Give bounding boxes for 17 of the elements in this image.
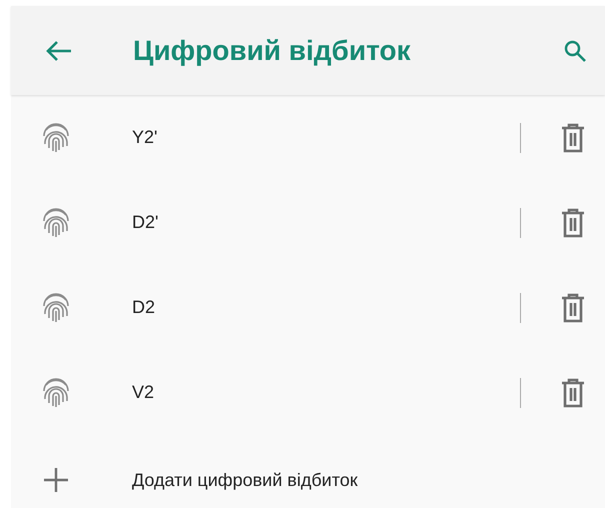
- delete-icon[interactable]: [561, 208, 585, 238]
- fingerprint-icon: [41, 376, 71, 408]
- fingerprint-name[interactable]: Y2': [132, 127, 520, 148]
- delete-icon[interactable]: [561, 378, 585, 408]
- add-fingerprint-link[interactable]: Додати цифровий відбиток: [132, 470, 605, 490]
- fingerprint-name[interactable]: D2: [132, 297, 520, 318]
- fingerprint-icon: [41, 122, 71, 154]
- back-arrow-icon[interactable]: [45, 38, 73, 62]
- plus-icon[interactable]: [43, 467, 69, 493]
- delete-icon[interactable]: [561, 122, 585, 152]
- screen-title: Цифровий відбиток: [133, 34, 412, 66]
- search-icon[interactable]: [563, 38, 587, 62]
- fingerprint-name[interactable]: V2: [132, 382, 520, 403]
- fingerprint-icon: [41, 292, 71, 324]
- delete-icon[interactable]: [561, 292, 585, 322]
- fingerprint-name[interactable]: D2': [132, 212, 520, 233]
- fingerprint-icon: [41, 206, 71, 238]
